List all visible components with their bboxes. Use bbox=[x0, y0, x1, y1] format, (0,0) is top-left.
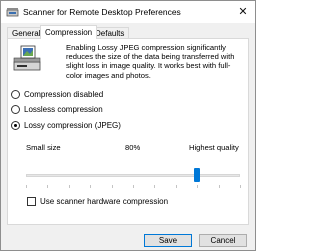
slider-tick bbox=[197, 185, 199, 188]
slider-min-label: Small size bbox=[26, 143, 61, 152]
radio-compression-disabled[interactable] bbox=[11, 90, 20, 99]
slider-tick bbox=[240, 185, 241, 188]
quality-slider-thumb[interactable] bbox=[194, 168, 201, 182]
slider-tick bbox=[68, 185, 70, 188]
slider-value-label: 80% bbox=[125, 143, 141, 152]
radio-lossy-compression[interactable] bbox=[11, 121, 20, 130]
hardware-compression-checkbox[interactable] bbox=[27, 197, 36, 206]
window-title: Scanner for Remote Desktop Preferences bbox=[23, 7, 181, 17]
slider-tick bbox=[218, 185, 220, 188]
preferences-window: Scanner for Remote Desktop Preferences ✕… bbox=[0, 0, 256, 251]
slider-tick bbox=[154, 185, 156, 188]
cancel-button[interactable]: Cancel bbox=[199, 234, 247, 247]
slider-tick bbox=[90, 185, 92, 188]
scanner-icon bbox=[13, 45, 41, 71]
hardware-compression-label: Use scanner hardware compression bbox=[40, 197, 169, 206]
slider-max-label: Highest quality bbox=[189, 143, 239, 152]
scanner-app-icon bbox=[6, 8, 19, 17]
tab-compression[interactable]: Compression bbox=[40, 25, 98, 39]
radio-label: Lossless compression bbox=[24, 105, 103, 114]
slider-tick bbox=[111, 185, 113, 188]
close-button[interactable]: ✕ bbox=[235, 4, 251, 20]
quality-slider-track[interactable] bbox=[26, 174, 240, 177]
slider-tick bbox=[175, 185, 177, 188]
close-icon: ✕ bbox=[238, 6, 248, 18]
radio-label: Lossy compression (JPEG) bbox=[24, 121, 121, 130]
save-button[interactable]: Save bbox=[144, 234, 192, 247]
title-bar: Scanner for Remote Desktop Preferences ✕ bbox=[1, 1, 255, 23]
slider-tick bbox=[26, 185, 27, 188]
radio-lossless-compression[interactable] bbox=[11, 105, 20, 114]
compression-panel: Enabling Lossy JPEG compression signific… bbox=[7, 38, 249, 225]
slider-tick bbox=[133, 185, 134, 188]
slider-tick bbox=[47, 185, 49, 188]
client-area: General Compression Defaults Enabling Lo… bbox=[1, 23, 255, 250]
compression-description: Enabling Lossy JPEG compression signific… bbox=[66, 43, 235, 80]
radio-label: Compression disabled bbox=[24, 90, 104, 99]
